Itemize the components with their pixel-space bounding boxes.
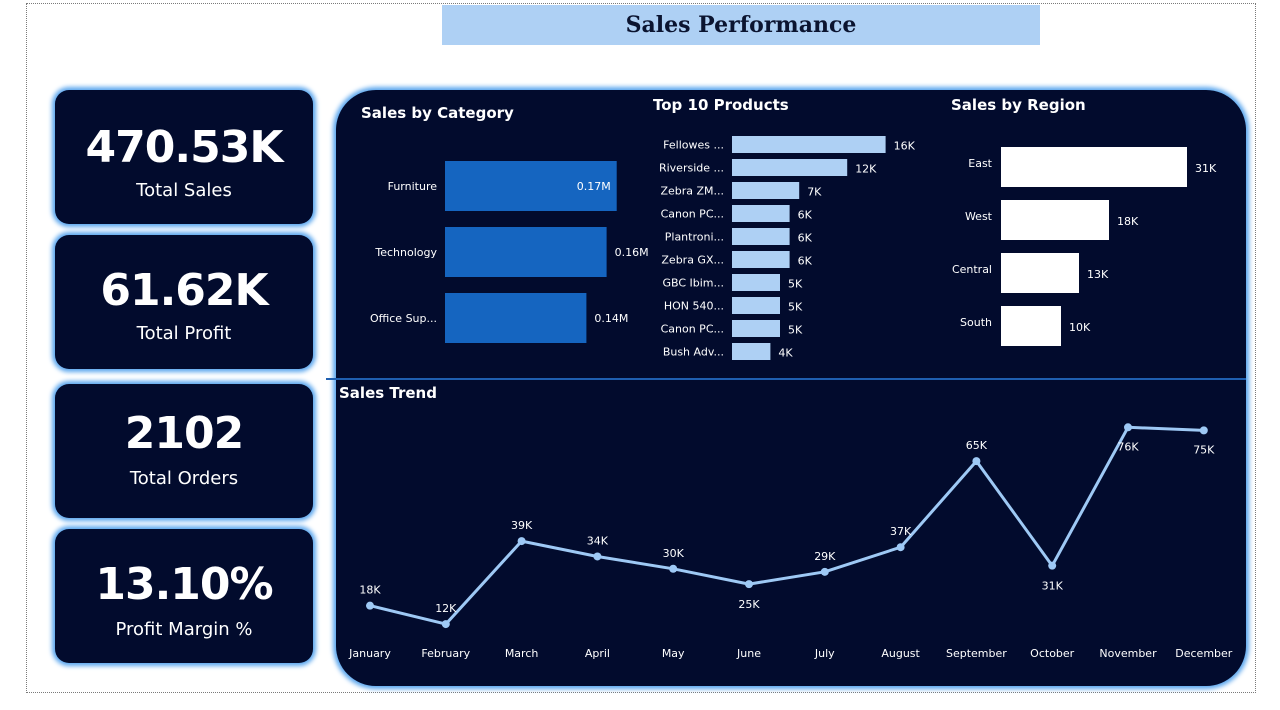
trend-point [896,543,905,552]
region-label: East [968,157,992,170]
trend-value-label: 75K [1193,443,1215,456]
trend-value-label: 76K [1117,440,1139,453]
product-label: Zebra GX... [661,254,724,267]
region-label: Central [952,263,992,276]
product-bar [732,136,886,153]
product-bar [732,228,790,245]
product-value-label: 16K [894,140,916,153]
category-value-label: 0.16M [615,246,649,259]
trend-value-label: 34K [587,534,609,547]
product-value-label: 4K [778,347,793,360]
trend-x-tick-label: April [585,647,610,660]
trend-point [972,457,981,466]
product-value-label: 6K [798,209,813,222]
category-label: Technology [374,246,437,259]
trend-point [1124,423,1132,432]
product-label: Zebra ZM... [660,185,724,198]
product-label: Plantroni... [665,231,724,244]
product-bar [732,159,848,176]
category-bar [445,293,587,343]
trend-x-tick-label: October [1030,647,1074,660]
region-label: South [960,316,992,329]
trend-point [669,564,678,573]
trend-point [366,601,374,610]
product-bar [732,343,771,360]
region-bar [1001,147,1187,187]
trend-point [593,552,602,561]
trend-value-label: 29K [814,550,836,563]
category-value-label: 0.14M [594,312,628,325]
product-label: Riverside ... [659,162,724,175]
product-value-label: 5K [788,301,803,314]
trend-point [1199,426,1208,435]
product-value-label: 5K [788,324,803,337]
trend-value-label: 39K [511,519,533,532]
region-value-label: 13K [1087,268,1109,281]
trend-point [517,537,526,546]
trend-x-tick-label: June [736,647,761,660]
trend-point [441,620,450,629]
trend-value-label: 31K [1042,580,1064,593]
category-bar [445,227,607,277]
category-label: Furniture [388,180,438,193]
charts-svg: Furniture 0.17M Technology 0.16M Office Sup.… [348,136,1233,660]
trend-value-label: 12K [435,602,457,615]
product-label: HON 540... [664,300,724,313]
trend-value-label: 18K [359,584,381,597]
product-value-label: 6K [798,232,813,245]
product-bar [732,274,780,291]
product-bar [732,320,780,337]
trend-x-tick-label: December [1175,647,1233,660]
category-value-label: 0.17M [577,180,611,193]
product-label: Bush Adv... [663,346,724,359]
region-value-label: 10K [1069,321,1091,334]
trend-x-tick-label: September [946,647,1007,660]
trend-point [1048,561,1057,570]
region-value-label: 31K [1195,162,1217,175]
trend-x-tick-label: November [1099,647,1157,660]
trend-x-tick-label: August [881,647,920,660]
trend-point [745,580,753,589]
trend-x-tick-label: July [814,647,835,660]
product-bar [732,205,790,222]
trend-value-label: 25K [738,598,760,611]
product-label: Canon PC... [661,323,724,336]
product-label: GBC Ibim... [662,277,724,290]
trend-x-tick-label: January [348,647,391,660]
product-value-label: 7K [807,186,822,199]
trend-x-tick-label: March [505,647,539,660]
trend-x-tick-label: May [662,647,685,660]
region-label: West [965,210,993,223]
trend-value-label: 65K [966,439,988,452]
product-value-label: 6K [798,255,813,268]
trend-point [820,567,829,576]
region-bar [1001,306,1061,346]
product-value-label: 5K [788,278,803,291]
product-bar [732,251,790,268]
product-label: Canon PC... [661,208,724,221]
product-label: Fellowes ... [663,139,724,152]
product-bar [732,297,780,314]
region-value-label: 18K [1117,215,1139,228]
trend-line [369,425,1204,626]
product-bar [732,182,800,199]
trend-value-label: 37K [890,525,912,538]
region-bar [1001,253,1079,293]
region-bar [1001,200,1109,240]
product-value-label: 12K [855,163,877,176]
category-label: Office Sup... [370,312,437,325]
trend-value-label: 30K [663,547,685,560]
trend-x-tick-label: February [421,647,470,660]
